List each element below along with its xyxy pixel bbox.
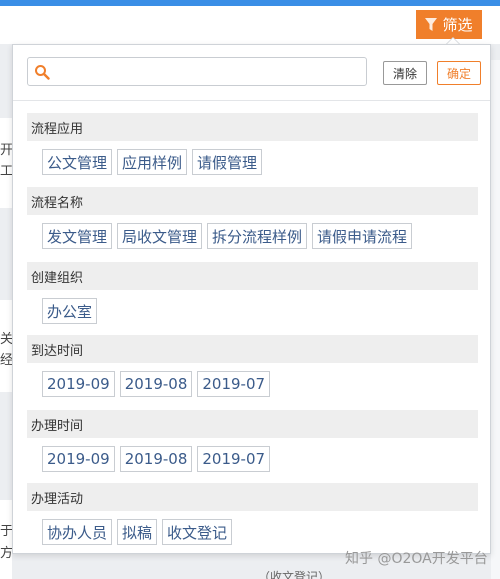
- filter-option-chip[interactable]: 拟稿: [117, 519, 158, 545]
- filter-section-app: 流程应用公文管理 应用样例 请假管理: [27, 113, 478, 175]
- filter-panel: 清除 确定 流程应用 公文管理 应用样例 请假管理 流程名称 发文管理 局收文管理 拆分流程样…: [12, 44, 491, 554]
- section-title: 流程名称: [27, 187, 478, 215]
- option-list: 发文管理 局收文管理 拆分流程样例 请假申请流程: [27, 223, 478, 249]
- panel-divider: [13, 100, 490, 101]
- filter-option-chip[interactable]: 请假申请流程: [312, 223, 413, 249]
- filter-option-chip[interactable]: 2019-08: [119, 371, 193, 397]
- option-list: 2019-09 2019-08 2019-07: [27, 446, 478, 472]
- filter-option-chip[interactable]: 请假管理: [192, 149, 263, 175]
- watermark: 知乎 @O2OA开发平台: [345, 551, 488, 567]
- clear-button[interactable]: 清除: [383, 61, 427, 85]
- filter-option-chip[interactable]: 2019-07: [197, 446, 271, 472]
- filter-section-handle-time: 办理时间 2019-09 2019-08 2019-07: [27, 410, 478, 472]
- option-list: 办公室: [27, 298, 478, 324]
- confirm-button[interactable]: 确定: [437, 61, 481, 85]
- filter-section-org: 创建组织办公室: [27, 262, 478, 324]
- filter-option-chip[interactable]: 公文管理: [42, 149, 113, 175]
- option-list: 协办人员 拟稿 收文登记: [27, 519, 478, 545]
- search-icon: [35, 64, 50, 80]
- search-row: 清除 确定: [27, 57, 481, 87]
- filter-option-chip[interactable]: 拆分流程样例: [207, 223, 308, 249]
- filter-option-chip[interactable]: 收文登记: [162, 519, 233, 545]
- section-title: 到达时间: [27, 335, 478, 363]
- filter-button-label: 筛选: [442, 16, 473, 34]
- filter-option-chip[interactable]: 应用样例: [117, 149, 188, 175]
- filter-option-chip[interactable]: 协办人员: [42, 519, 113, 545]
- section-title: 流程应用: [27, 113, 478, 141]
- section-title: 创建组织: [27, 262, 478, 290]
- section-title: 办理活动: [27, 483, 478, 511]
- funnel-icon: [425, 17, 438, 31]
- filter-section-process-name: 流程名称发文管理 局收文管理 拆分流程样例 请假申请流程: [27, 187, 478, 249]
- filter-option-chip[interactable]: 办公室: [42, 298, 98, 324]
- search-box[interactable]: [27, 57, 367, 86]
- filter-option-chip[interactable]: 2019-09: [42, 446, 115, 472]
- filter-option-chip[interactable]: 2019-07: [197, 371, 271, 397]
- filter-option-chip[interactable]: 发文管理: [42, 223, 113, 249]
- filter-option-chip[interactable]: 局收文管理: [117, 223, 203, 249]
- filter-option-chip[interactable]: 2019-08: [119, 446, 193, 472]
- option-list: 2019-09 2019-08 2019-07: [27, 371, 478, 397]
- search-input[interactable]: [54, 59, 366, 84]
- background-bottom-text: （收文登记）: [258, 570, 331, 579]
- filter-section-arrival-time: 到达时间 2019-09 2019-08 2019-07: [27, 335, 478, 397]
- filter-section-activity: 办理活动协办人员 拟稿 收文登记: [27, 483, 478, 545]
- filter-button[interactable]: 筛选: [416, 10, 482, 39]
- option-list: 公文管理 应用样例 请假管理: [27, 149, 478, 175]
- background-scroll-area: [491, 60, 500, 579]
- section-title: 办理时间: [27, 410, 478, 438]
- filter-option-chip[interactable]: 2019-09: [42, 371, 115, 397]
